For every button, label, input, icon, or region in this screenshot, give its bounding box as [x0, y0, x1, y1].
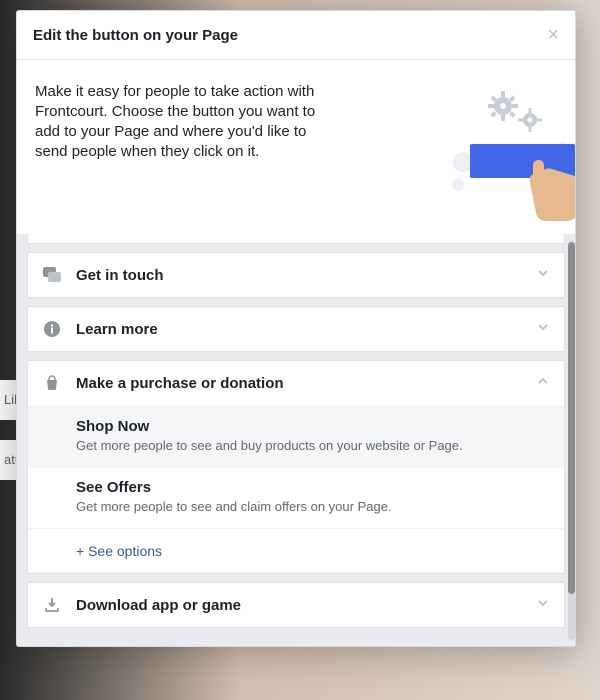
- bag-icon: [42, 373, 62, 393]
- previous-section-edge: [27, 234, 565, 244]
- chevron-down-icon: [536, 266, 550, 285]
- download-icon: [42, 595, 62, 615]
- chevron-up-icon: [536, 374, 550, 393]
- accordion-label: Get in touch: [76, 267, 536, 284]
- option-title: See Offers: [76, 479, 548, 496]
- illustration: [355, 82, 575, 212]
- see-options-link[interactable]: + See options: [28, 528, 564, 573]
- accordion-purchase-header[interactable]: Make a purchase or donation: [28, 361, 564, 405]
- option-shop-now[interactable]: Shop Now Get more people to see and buy …: [28, 406, 564, 467]
- option-desc: Get more people to see and claim offers …: [76, 498, 548, 515]
- dialog-title: Edit the button on your Page: [33, 27, 238, 44]
- info-icon: [42, 319, 62, 339]
- option-desc: Get more people to see and buy products …: [76, 437, 548, 454]
- dialog-body: Get in touch Learn more: [17, 234, 575, 646]
- chevron-down-icon: [536, 320, 550, 339]
- accordion-label: Download app or game: [76, 597, 536, 614]
- accordion-label: Make a purchase or donation: [76, 375, 536, 392]
- accordion-download[interactable]: Download app or game: [27, 582, 565, 628]
- accordion-purchase: Make a purchase or donation Shop Now Get…: [27, 360, 565, 574]
- accordion-get-in-touch[interactable]: Get in touch: [27, 252, 565, 298]
- chevron-down-icon: [536, 596, 550, 615]
- accordion-learn-more[interactable]: Learn more: [27, 306, 565, 352]
- dialog-header: Edit the button on your Page ×: [17, 11, 575, 60]
- chat-icon: [42, 265, 62, 285]
- scrollbar[interactable]: [568, 240, 575, 640]
- accordion-label: Learn more: [76, 321, 536, 338]
- dialog-intro: Make it easy for people to take action w…: [17, 60, 575, 234]
- option-title: Shop Now: [76, 418, 548, 435]
- plus-icon: +: [76, 543, 88, 559]
- edit-button-dialog: Edit the button on your Page × Make it e…: [16, 10, 576, 647]
- close-icon: ×: [547, 24, 559, 46]
- close-button[interactable]: ×: [547, 25, 559, 45]
- scrollbar-thumb[interactable]: [568, 242, 575, 594]
- intro-text: Make it easy for people to take action w…: [35, 82, 341, 162]
- option-see-offers[interactable]: See Offers Get more people to see and cl…: [28, 467, 564, 528]
